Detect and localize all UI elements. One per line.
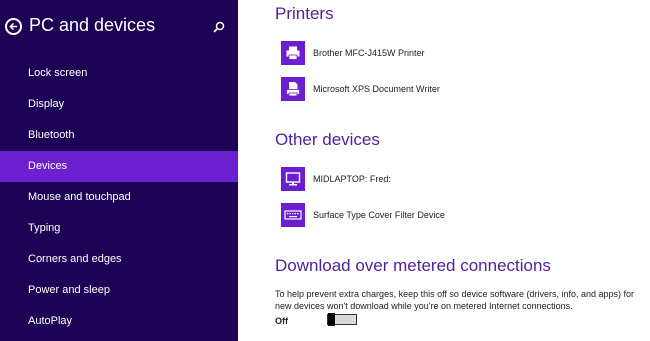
device-item-midlaptop[interactable]: MIDLAPTOP: Fred: <box>281 166 391 192</box>
device-item-brother-printer[interactable]: Brother MFC-J415W Printer <box>281 40 425 66</box>
metered-download-toggle[interactable] <box>327 313 357 326</box>
other-devices-heading: Other devices <box>275 130 380 149</box>
back-button[interactable] <box>5 18 22 35</box>
sidebar-item-mouse-and-touchpad[interactable]: Mouse and touchpad <box>0 182 238 213</box>
device-name: Microsoft XPS Document Writer <box>313 84 440 94</box>
device-item-xps-writer[interactable]: Microsoft XPS Document Writer <box>281 76 440 102</box>
sidebar-item-autoplay[interactable]: AutoPlay <box>0 306 238 337</box>
search-icon <box>213 21 225 33</box>
sidebar-item-corners-and-edges[interactable]: Corners and edges <box>0 244 238 275</box>
sidebar-item-lock-screen[interactable]: Lock screen <box>0 58 238 89</box>
sidebar: PC and devices Lock screen Display Bluet… <box>0 0 238 341</box>
sidebar-nav: Lock screen Display Bluetooth Devices Mo… <box>0 58 238 337</box>
device-item-surface-type-cover[interactable]: Surface Type Cover Filter Device <box>281 202 445 228</box>
sidebar-item-display[interactable]: Display <box>0 89 238 120</box>
back-arrow-icon <box>9 22 18 31</box>
monitor-icon <box>281 167 305 191</box>
toggle-thumb[interactable] <box>328 313 335 326</box>
metered-heading: Download over metered connections <box>275 256 551 275</box>
sidebar-item-power-and-sleep[interactable]: Power and sleep <box>0 275 238 306</box>
search-button[interactable] <box>213 20 225 33</box>
device-name: Surface Type Cover Filter Device <box>313 210 445 220</box>
keyboard-icon <box>281 203 305 227</box>
main-content: Printers Brother MFC-J415W Printer Micro… <box>238 0 650 341</box>
printer-icon <box>281 41 305 65</box>
sidebar-header: PC and devices <box>0 0 238 56</box>
sidebar-item-typing[interactable]: Typing <box>0 213 238 244</box>
document-printer-icon <box>281 77 305 101</box>
sidebar-item-bluetooth[interactable]: Bluetooth <box>0 120 238 151</box>
sidebar-title: PC and devices <box>29 15 156 35</box>
printers-heading: Printers <box>275 4 334 23</box>
device-name: MIDLAPTOP: Fred: <box>313 174 391 184</box>
device-name: Brother MFC-J415W Printer <box>313 48 425 58</box>
toggle-state-label: Off <box>275 316 288 326</box>
metered-description: To help prevent extra charges, keep this… <box>275 289 635 311</box>
sidebar-item-devices[interactable]: Devices <box>0 151 238 182</box>
